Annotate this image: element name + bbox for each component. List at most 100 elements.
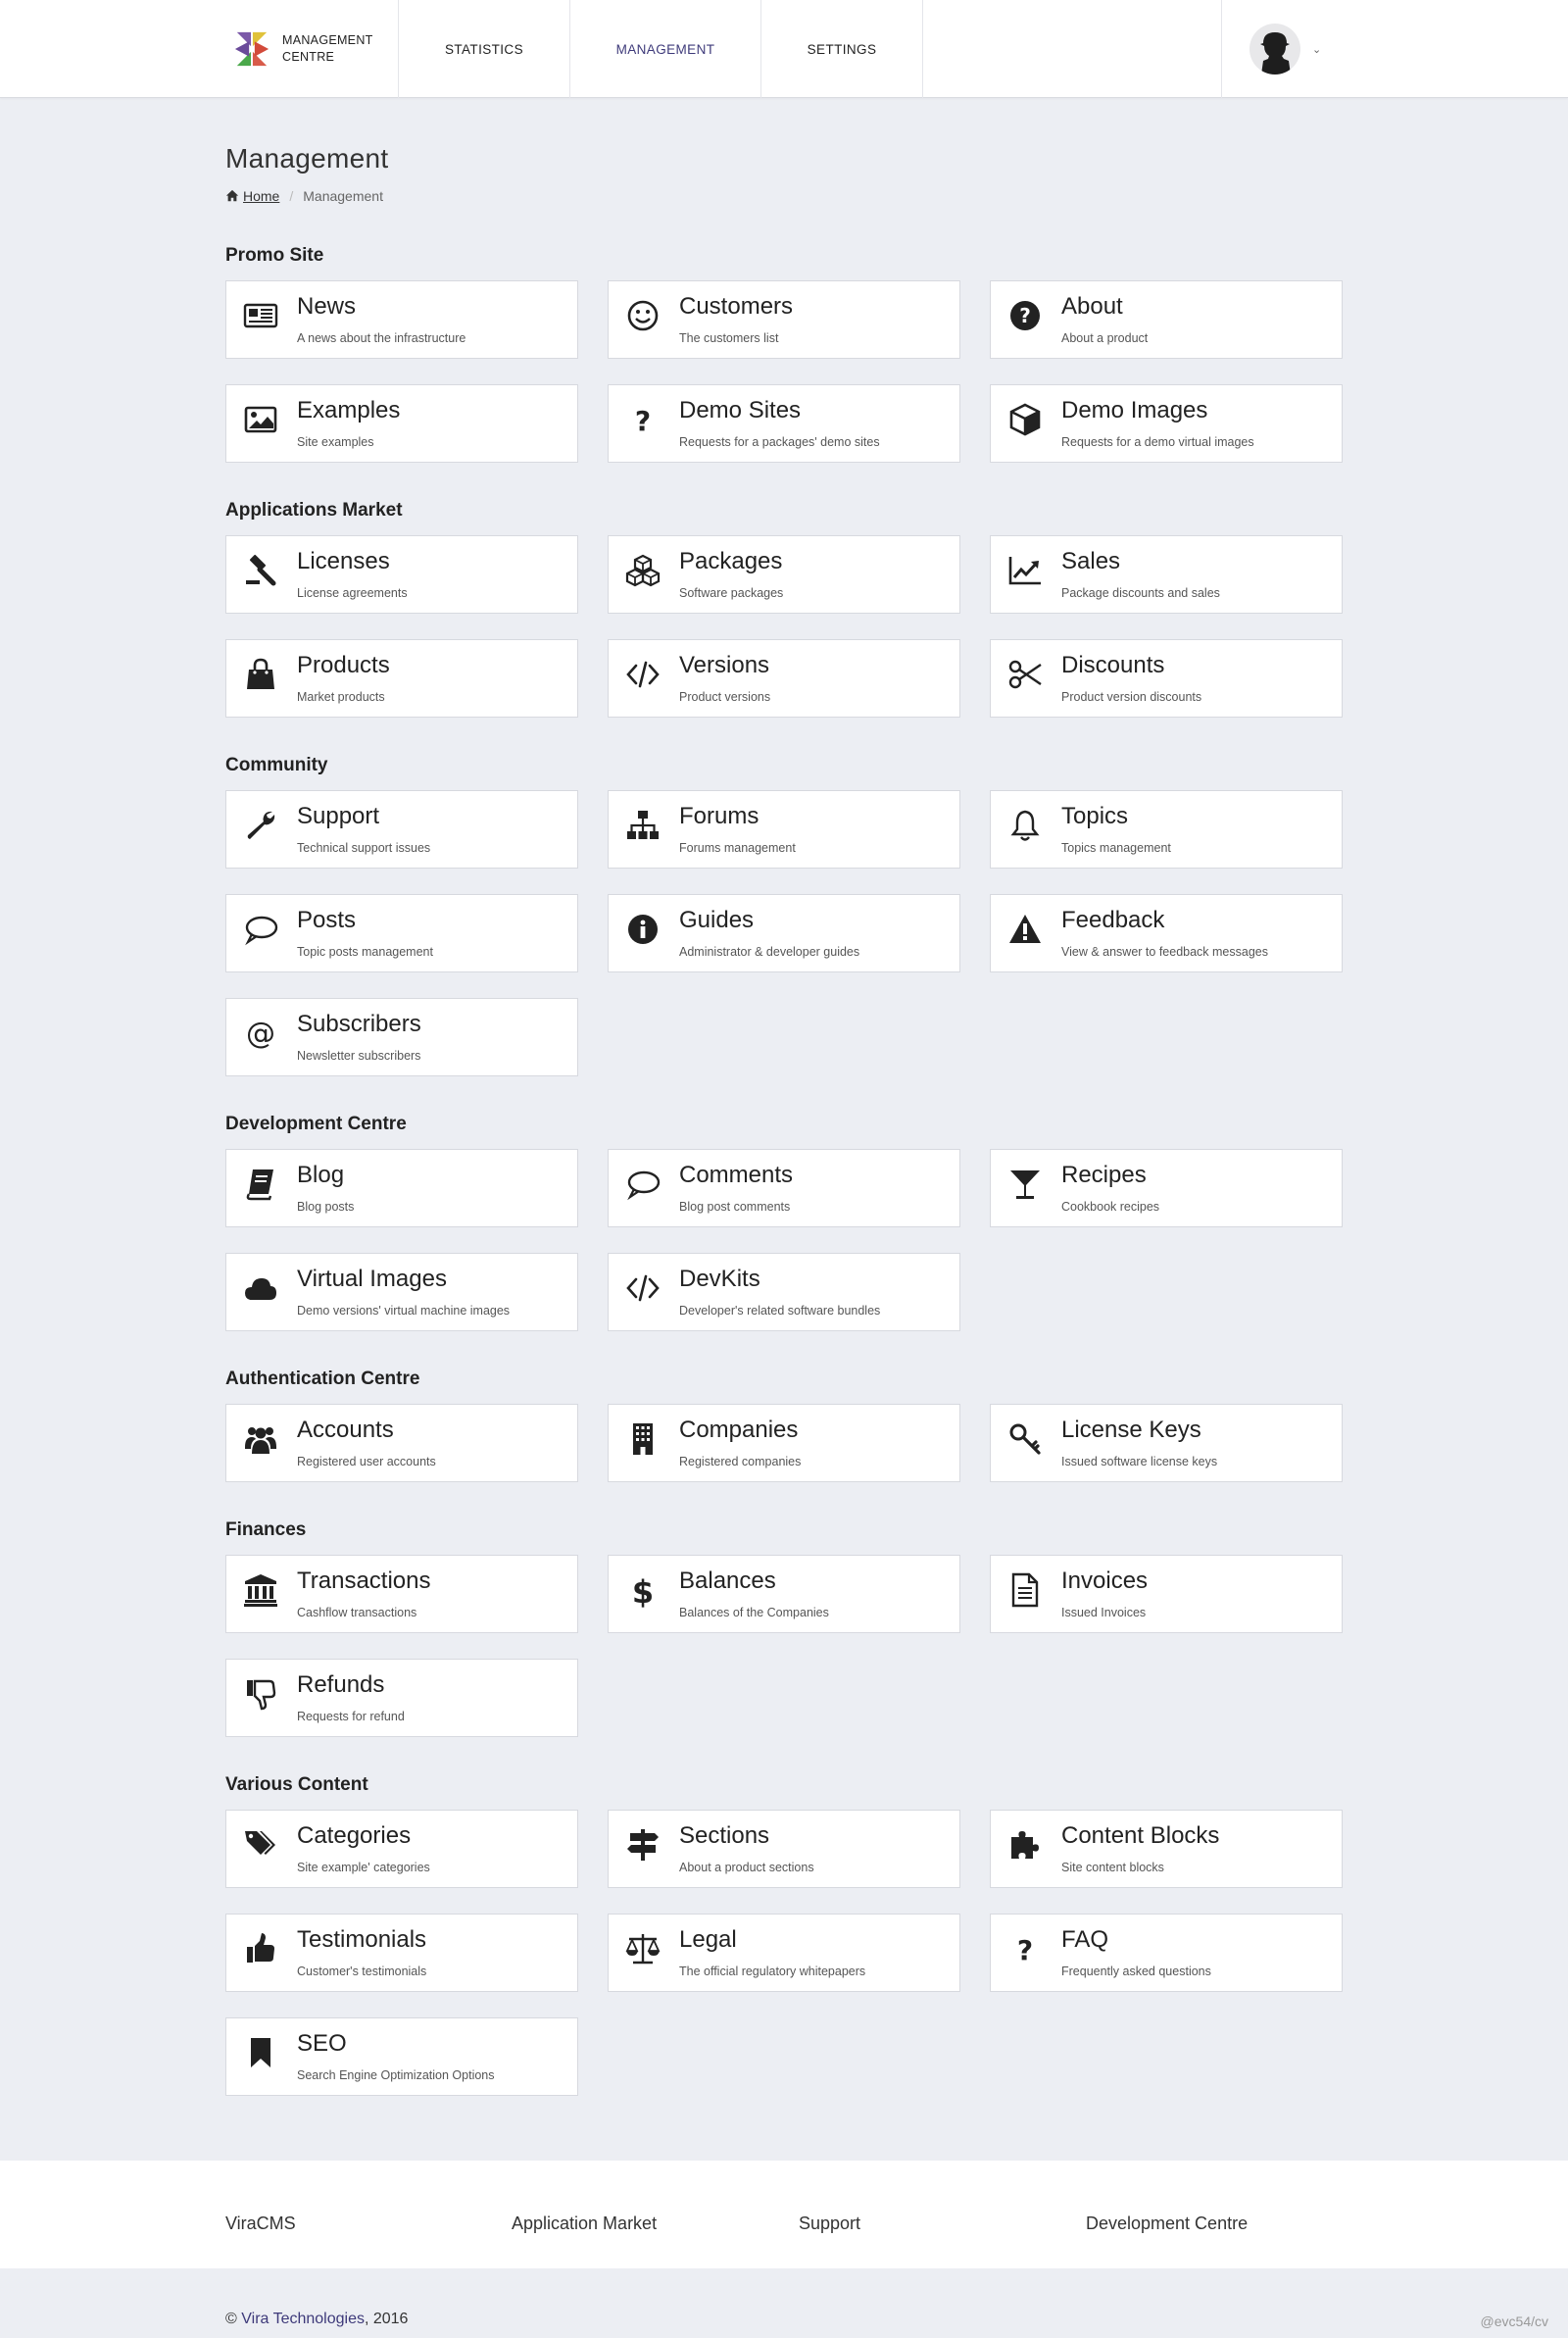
card-desc: Frequently asked questions [1061, 1965, 1211, 1978]
card-forums[interactable]: Forums Forums management [608, 790, 960, 869]
sitemap-icon [622, 805, 663, 846]
card-title: Transactions [297, 1567, 431, 1594]
info-circle-icon-glyph [628, 915, 658, 944]
bookmark-icon-glyph [251, 2038, 270, 2067]
card-desc: View & answer to feedback messages [1061, 945, 1268, 959]
balance-scale-icon-glyph [625, 1934, 661, 1965]
user-menu[interactable]: ⌄ [1221, 0, 1337, 98]
card-customers[interactable]: Customers The customers list [608, 280, 960, 359]
card-license-keys[interactable]: License Keys Issued software license keys [990, 1404, 1343, 1482]
card-subscribers[interactable]: @ Subscribers Newsletter subscribers [225, 998, 578, 1076]
comment-icon [240, 909, 281, 950]
card-title: Categories [297, 1822, 412, 1849]
line-chart-icon-glyph [1008, 557, 1041, 585]
card-desc: Registered user accounts [297, 1455, 436, 1468]
question-circle-icon: ? [1004, 295, 1046, 336]
scissors-icon [1004, 654, 1046, 695]
code-icon [622, 654, 663, 695]
card-balances[interactable]: $ Balances Balances of the Companies [608, 1555, 960, 1633]
card-comments[interactable]: Comments Blog post comments [608, 1149, 960, 1227]
card-categories[interactable]: Categories Site example' categories [225, 1810, 578, 1888]
card-desc: Blog posts [297, 1200, 355, 1214]
card-title: About [1061, 293, 1123, 320]
card-support[interactable]: Support Technical support issues [225, 790, 578, 869]
card-versions[interactable]: Versions Product versions [608, 639, 960, 718]
svg-text:$: $ [632, 1573, 654, 1608]
card-demo-sites[interactable]: ? Demo Sites Requests for a packages' demo… [608, 384, 960, 463]
nav-statistics[interactable]: STATISTICS [399, 0, 570, 98]
shopping-bag-icon-glyph [247, 658, 274, 689]
card-recipes[interactable]: Recipes Cookbook recipes [990, 1149, 1343, 1227]
warning-icon [1004, 909, 1046, 950]
card-transactions[interactable]: Transactions Cashflow transactions [225, 1555, 578, 1633]
section-title-applications-market: Applications Market [225, 500, 403, 521]
card-companies[interactable]: Companies Registered companies [608, 1404, 960, 1482]
card-seo[interactable]: SEO Search Engine Optimization Options [225, 2017, 578, 2096]
users-icon-glyph [245, 1427, 276, 1454]
question-icon: ? [622, 399, 663, 440]
card-faq[interactable]: ? FAQ Frequently asked questions [990, 1914, 1343, 1992]
card-invoices[interactable]: Invoices Issued Invoices [990, 1555, 1343, 1633]
footer-link-viracms[interactable]: ViraCMS [225, 2214, 296, 2234]
key-icon [1004, 1418, 1046, 1460]
card-devkits[interactable]: DevKits Developer's related software bund… [608, 1253, 960, 1331]
file-text-icon-glyph [1011, 1572, 1039, 1608]
card-licenses[interactable]: Licenses License agreements [225, 535, 578, 614]
cube-icon [1004, 399, 1046, 440]
breadcrumb-home[interactable]: Home [225, 188, 279, 204]
card-virtual-images[interactable]: Virtual Images Demo versions' virtual mac… [225, 1253, 578, 1331]
card-posts[interactable]: Posts Topic posts management [225, 894, 578, 972]
card-feedback[interactable]: Feedback View & answer to feedback messag… [990, 894, 1343, 972]
card-examples[interactable]: Examples Site examples [225, 384, 578, 463]
card-title: Packages [679, 548, 783, 574]
card-content-blocks[interactable]: Content Blocks Site content blocks [990, 1810, 1343, 1888]
bookmark-icon [240, 2032, 281, 2073]
comment-icon-glyph [627, 1170, 661, 1201]
card-title: FAQ [1061, 1926, 1109, 1953]
card-refunds[interactable]: Refunds Requests for refund [225, 1659, 578, 1737]
info-circle-icon [622, 909, 663, 950]
code-icon-glyph [626, 661, 660, 688]
card-blog[interactable]: Blog Blog posts [225, 1149, 578, 1227]
logo-line-1: MANAGEMENT [282, 33, 373, 47]
footer-link-application-market[interactable]: Application Market [512, 2214, 657, 2234]
card-title: Testimonials [297, 1926, 427, 1953]
card-title: Forums [679, 803, 760, 829]
card-title: Refunds [297, 1671, 385, 1698]
card-packages[interactable]: Packages Software packages [608, 535, 960, 614]
card-about[interactable]: ? About About a product [990, 280, 1343, 359]
card-desc: Market products [297, 690, 385, 704]
card-news[interactable]: News A news about the infrastructure [225, 280, 578, 359]
nav-settings[interactable]: SETTINGS [761, 0, 923, 98]
dollar-icon-glyph: $ [632, 1573, 654, 1608]
card-testimonials[interactable]: Testimonials Customer's testimonials [225, 1914, 578, 1992]
logo[interactable]: MANAGEMENT CENTRE [225, 0, 399, 98]
card-demo-images[interactable]: Demo Images Requests for a demo virtual i… [990, 384, 1343, 463]
card-products[interactable]: Products Market products [225, 639, 578, 718]
card-title: Feedback [1061, 907, 1165, 933]
card-discounts[interactable]: Discounts Product version discounts [990, 639, 1343, 718]
svg-text:@: @ [246, 1017, 275, 1051]
newspaper-icon [240, 295, 281, 336]
company-link[interactable]: Vira Technologies [241, 2311, 365, 2327]
code-icon-glyph [626, 1274, 660, 1302]
card-sections[interactable]: Sections About a product sections [608, 1810, 960, 1888]
card-title: Virtual Images [297, 1266, 447, 1292]
footer-link-development-centre[interactable]: Development Centre [1086, 2214, 1248, 2234]
nav-management[interactable]: MANAGEMENT [570, 0, 761, 98]
nav-management-label: MANAGEMENT [615, 41, 715, 57]
glass-icon-glyph [1010, 1170, 1040, 1199]
card-legal[interactable]: Legal The official regulatory whitepapers [608, 1914, 960, 1992]
card-desc: Newsletter subscribers [297, 1049, 421, 1063]
card-sales[interactable]: Sales Package discounts and sales [990, 535, 1343, 614]
footer: ViraCMS Application Market Support Devel… [0, 2161, 1568, 2268]
footer-link-support[interactable]: Support [799, 2214, 860, 2234]
svg-text:?: ? [1019, 304, 1031, 327]
sitemap-icon-glyph [627, 811, 659, 839]
card-guides[interactable]: Guides Administrator & developer guides [608, 894, 960, 972]
card-desc: The customers list [679, 331, 779, 345]
building-icon-glyph [633, 1423, 653, 1455]
card-accounts[interactable]: Accounts Registered user accounts [225, 1404, 578, 1482]
card-topics[interactable]: Topics Topics management [990, 790, 1343, 869]
card-title: News [297, 293, 357, 320]
